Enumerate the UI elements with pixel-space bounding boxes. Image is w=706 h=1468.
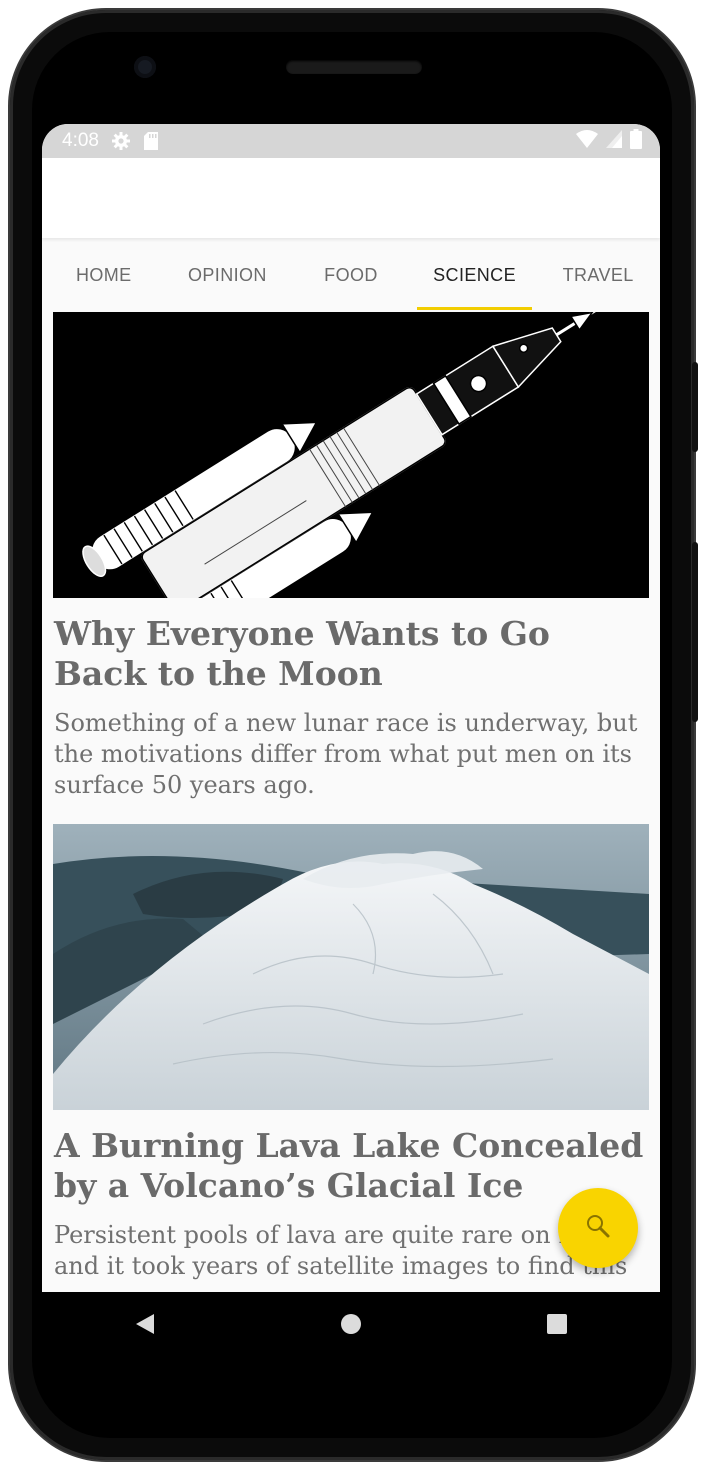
recents-icon [546,1313,568,1339]
back-icon [134,1312,156,1340]
tab-opinion[interactable]: OPINION [166,240,290,310]
tab-home[interactable]: HOME [42,240,166,310]
power-button [692,542,698,722]
tab-food[interactable]: FOOD [289,240,413,310]
recents-button[interactable] [527,1296,587,1356]
section-tabs: HOME OPINION FOOD SCIENCE TRAVEL [42,240,660,310]
signal-icon [606,130,622,152]
status-bar: 4:08 [42,124,660,158]
sd-card-icon [143,132,159,150]
search-button[interactable] [558,1188,638,1268]
article-title[interactable]: A Burning Lava Lake Concealed by a Volca… [54,1126,650,1206]
article-title[interactable]: Why Everyone Wants to Go Back to the Moo… [54,614,650,694]
status-time: 4:08 [62,130,99,151]
search-icon [585,1213,611,1243]
app-bar [42,158,660,238]
battery-icon [630,129,642,153]
tab-science[interactable]: SCIENCE [413,240,537,310]
wifi-icon [576,130,598,152]
article-image-rocket[interactable] [53,312,649,598]
volume-button [692,362,698,452]
gear-icon [111,131,131,151]
home-button[interactable] [321,1296,381,1356]
screen: 4:08 HOME OPINION FOOD SCIENCE TRAVEL Wh… [42,124,660,1292]
navigation-bar [42,1292,660,1360]
back-button[interactable] [115,1296,175,1356]
article-description: Something of a new lunar race is underwa… [54,709,638,799]
home-icon [340,1313,362,1339]
earpiece-speaker [286,60,422,74]
front-camera [134,56,156,78]
tab-travel[interactable]: TRAVEL [536,240,660,310]
article-image-volcano[interactable] [53,824,649,1110]
